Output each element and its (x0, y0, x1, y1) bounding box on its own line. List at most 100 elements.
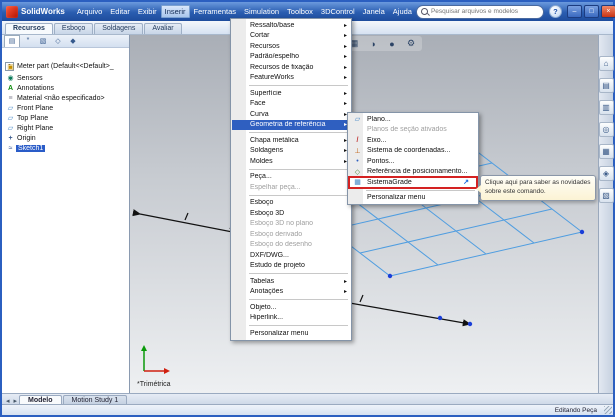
tree-item[interactable]: Right Plane (16, 123, 127, 133)
resize-grip[interactable] (604, 406, 612, 414)
menu-separator (249, 85, 348, 86)
sketch-geometry (132, 139, 585, 327)
menu-item[interactable]: Espelhar peça... ▸ (232, 182, 350, 193)
menu-item[interactable]: Tabelas ▸ (232, 276, 350, 287)
menu-item[interactable]: Ressalto/base ▸ (232, 20, 350, 31)
menubar-item[interactable]: Arquivo (73, 5, 106, 18)
propertymanager-tab-icon[interactable]: * (21, 35, 35, 46)
commandmanager-tab[interactable]: Soldagens (94, 23, 144, 34)
menu-item[interactable]: Anotações ▸ (232, 287, 350, 298)
apply-scene-icon[interactable]: ⚙ (403, 37, 419, 50)
menu-separator (366, 189, 475, 191)
design-library-icon[interactable]: ▤ (598, 78, 614, 93)
displaymanager-tab-icon[interactable]: ◆ (66, 35, 80, 46)
menu-item[interactable]: Cortar ▸ (232, 31, 350, 42)
menu-item[interactable]: Objeto... ▸ (232, 302, 350, 313)
menu-item[interactable]: Moldes ▸ (232, 156, 350, 167)
menu-item[interactable]: Esboço 3D ▸ (232, 208, 350, 219)
minimize-button[interactable]: – (566, 5, 582, 18)
menu-item[interactable]: Esboço do desenho ▸ (232, 240, 350, 251)
search-icon[interactable]: ◎ (598, 122, 614, 137)
menu-item[interactable]: Geometria de referência ▸ (232, 119, 350, 130)
submenu-item[interactable]: Sistema de coordenadas... ▸ (349, 146, 477, 157)
panel-tab-bar: ▤ * ▧ ◇ ◆ (2, 34, 129, 48)
tree-items: Sensors Annotations Material <não especi… (5, 73, 127, 153)
menu-separator (249, 325, 348, 326)
dimxpert-tab-icon[interactable]: ◇ (51, 35, 65, 46)
edit-appearance-icon[interactable]: ● (384, 37, 400, 50)
tree-item[interactable]: Annotations (16, 83, 127, 93)
menu-item[interactable]: Esboço ▸ (232, 198, 350, 209)
menubar-item[interactable]: Simulation (240, 5, 283, 18)
solidworks-window: SolidWorks Arquivo Editar Exibir Inserir Fer… (0, 0, 615, 417)
appearances-icon[interactable]: ◈ (598, 166, 614, 181)
commandmanager-tab[interactable]: Esboço (53, 23, 94, 34)
submenu-item[interactable]: Pontos... ▸ (349, 156, 477, 167)
file-explorer-icon[interactable]: ▥ (598, 100, 614, 115)
solidworks-resources-icon[interactable]: ⌂ (598, 56, 614, 71)
origin-icon (4, 135, 17, 142)
tree-item[interactable]: Sketch1 (16, 143, 127, 153)
menu-item[interactable]: Recursos de fixação ▸ (232, 62, 350, 73)
menu-item[interactable]: Padrão/espelho ▸ (232, 52, 350, 63)
close-button[interactable]: × (600, 5, 615, 18)
plane-icon (4, 104, 17, 112)
menu-item[interactable]: Esboço derivado ▸ (232, 229, 350, 240)
tree-item[interactable]: Sensors (16, 73, 127, 83)
tree-root[interactable]: Meter part (Default<<Default>_ (5, 62, 127, 71)
tree-item[interactable]: Material <não especificado> (16, 93, 127, 103)
featuremanager-tab-icon[interactable]: ▤ (4, 34, 20, 47)
part-icon (4, 63, 17, 71)
search-input[interactable] (430, 8, 539, 15)
menubar-item[interactable]: Toolbox (283, 5, 317, 18)
submenu-item[interactable]: SistemaGrade ▸ (348, 176, 478, 189)
menu-item[interactable]: Chapa metálica ▸ (232, 135, 350, 146)
restore-button[interactable]: □ (583, 5, 599, 18)
menubar-item[interactable]: Exibir (134, 5, 161, 18)
submenu-arrow-icon: ▸ (343, 64, 347, 71)
menu-item[interactable]: Hiperlink... ▸ (232, 313, 350, 324)
menu-item[interactable]: FeatureWorks ▸ (232, 73, 350, 84)
submenu-item[interactable]: Planos de seção ativados ▸ (349, 125, 477, 136)
hide-show-items-icon[interactable]: ◑ (365, 37, 381, 50)
submenu-item[interactable]: Personalizar menu ▸ (349, 193, 477, 204)
custom-properties-icon[interactable]: ▧ (598, 188, 614, 203)
graphics-viewport[interactable]: ⊕⊡↺◧▣▦◑●⚙ *Trimétrica (130, 34, 598, 393)
menubar-item[interactable]: 3DControl (317, 5, 359, 18)
menubar-item[interactable]: Janela (359, 5, 389, 18)
menu-item[interactable]: Personalizar menu ▸ (232, 328, 350, 339)
search-box[interactable] (415, 4, 544, 19)
view-palette-icon[interactable]: ▦ (598, 144, 614, 159)
menu-item[interactable]: Peça... ▸ (232, 172, 350, 183)
menu-item[interactable]: Recursos ▸ (232, 41, 350, 52)
menu-item[interactable]: Face ▸ (232, 99, 350, 110)
submenu-arrow-icon: ▸ (343, 289, 347, 296)
tree-item[interactable]: Top Plane (16, 113, 127, 123)
insert-menu: Ressalto/base ▸ Cortar ▸ Recursos ▸ Padr… (230, 18, 352, 341)
menu-item[interactable]: Soldagens ▸ (232, 146, 350, 157)
menu-item[interactable]: Esboço 3D no plano ▸ (232, 219, 350, 230)
commandmanager-tab[interactable]: Avaliar (144, 23, 182, 34)
submenu-item[interactable]: Eixo... ▸ (349, 135, 477, 146)
plane-icon (351, 115, 364, 123)
sketch-icon (4, 145, 17, 152)
plane-icon (4, 124, 17, 132)
menubar-item[interactable]: Ferramentas (190, 5, 241, 18)
menu-item[interactable]: Superfície ▸ (232, 88, 350, 99)
menu-item[interactable]: DXF/DWG... ▸ (232, 250, 350, 261)
configurationmanager-tab-icon[interactable]: ▧ (36, 35, 50, 46)
annotations-icon (4, 85, 17, 92)
submenu-arrow-icon: ▸ (343, 75, 347, 82)
menubar-item[interactable]: Inserir (160, 5, 190, 18)
menubar-item[interactable]: Editar (106, 5, 134, 18)
whats-new-icon[interactable] (463, 178, 469, 186)
menubar-item[interactable]: Ajuda (389, 5, 416, 18)
tree-item[interactable]: Front Plane (16, 103, 127, 113)
commandmanager-tab[interactable]: Recursos (5, 23, 53, 34)
help-icon[interactable]: ? (548, 5, 562, 18)
submenu-item[interactable]: Referência de posicionamento... ▸ (349, 167, 477, 178)
submenu-item[interactable]: Plano... ▸ (349, 114, 477, 125)
menu-item[interactable]: Curva ▸ (232, 109, 350, 120)
tree-item[interactable]: Origin (16, 133, 127, 143)
menu-item[interactable]: Estudo de projeto ▸ (232, 261, 350, 272)
